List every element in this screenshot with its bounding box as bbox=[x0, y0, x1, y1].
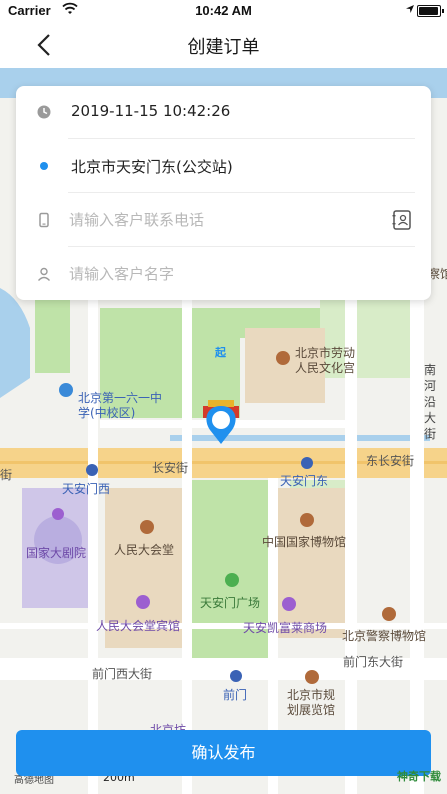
map-label-great-hall: 人民大会堂 bbox=[114, 543, 175, 557]
map-label-police-museum: 北京警察博物馆 bbox=[342, 629, 427, 643]
map-label-qianmen-east: 前门东大街 bbox=[343, 655, 404, 669]
map-label-theatre: 国家大剧院 bbox=[26, 546, 87, 560]
order-form-card: 2019-11-15 10:42:26 北京市天安门东(公交站) bbox=[16, 86, 431, 300]
map-label-square: 天安门广场 bbox=[200, 596, 261, 610]
map-pin-label: 起 bbox=[215, 346, 226, 359]
battery-icon bbox=[417, 5, 444, 17]
map-label-edge-left: 街 bbox=[0, 468, 13, 482]
status-time: 10:42 AM bbox=[195, 3, 252, 18]
map-label-school: 北京第一六一中 学(中校区) bbox=[78, 391, 163, 420]
status-bar: Carrier 10:42 AM bbox=[0, 0, 447, 22]
location-arrow-icon bbox=[406, 5, 414, 13]
customer-name-input[interactable] bbox=[69, 260, 379, 288]
phone-row bbox=[16, 194, 431, 247]
map-label-east-chang-an: 东长安街 bbox=[366, 454, 415, 468]
person-icon bbox=[37, 267, 51, 281]
watermark: 神奇下载 bbox=[397, 770, 441, 783]
map-label-chang-an: 长安街 bbox=[152, 461, 189, 475]
map-label-labor-palace: 北京市劳动 人民文化宫 bbox=[295, 346, 356, 375]
map-label-museum: 中国国家博物馆 bbox=[262, 535, 347, 549]
map-label-qianmen: 前门 bbox=[223, 688, 248, 702]
map-label-nanhe: 南 河 沿 大 街 bbox=[424, 363, 437, 441]
name-row bbox=[16, 248, 431, 301]
nav-bar: 创建订单 bbox=[0, 22, 447, 68]
location-value: 北京市天安门东(公交站) bbox=[71, 158, 233, 176]
contact-book-icon[interactable] bbox=[391, 209, 413, 231]
clock-icon bbox=[37, 105, 51, 119]
phone-icon bbox=[39, 212, 49, 228]
phone-input[interactable] bbox=[69, 206, 379, 234]
page-title: 创建订单 bbox=[187, 37, 260, 58]
map-label-kerry: 天安凯富莱商场 bbox=[243, 621, 328, 635]
map-label-hotel: 人民大会堂宾馆 bbox=[96, 619, 181, 633]
map-label-tam-west: 天安门西 bbox=[62, 482, 111, 496]
location-dot-icon bbox=[40, 162, 48, 170]
confirm-publish-button[interactable]: 确认发布 bbox=[16, 730, 431, 776]
map-label-tam-east: 天安门东 bbox=[280, 474, 329, 488]
map-label-planning: 北京市规 划展览馆 bbox=[287, 688, 336, 717]
location-row[interactable]: 北京市天安门东(公交站) bbox=[16, 140, 431, 193]
datetime-row[interactable]: 2019-11-15 10:42:26 bbox=[16, 86, 431, 139]
map-label-qianmen-west: 前门西大街 bbox=[92, 667, 153, 681]
datetime-value: 2019-11-15 10:42:26 bbox=[71, 102, 231, 120]
